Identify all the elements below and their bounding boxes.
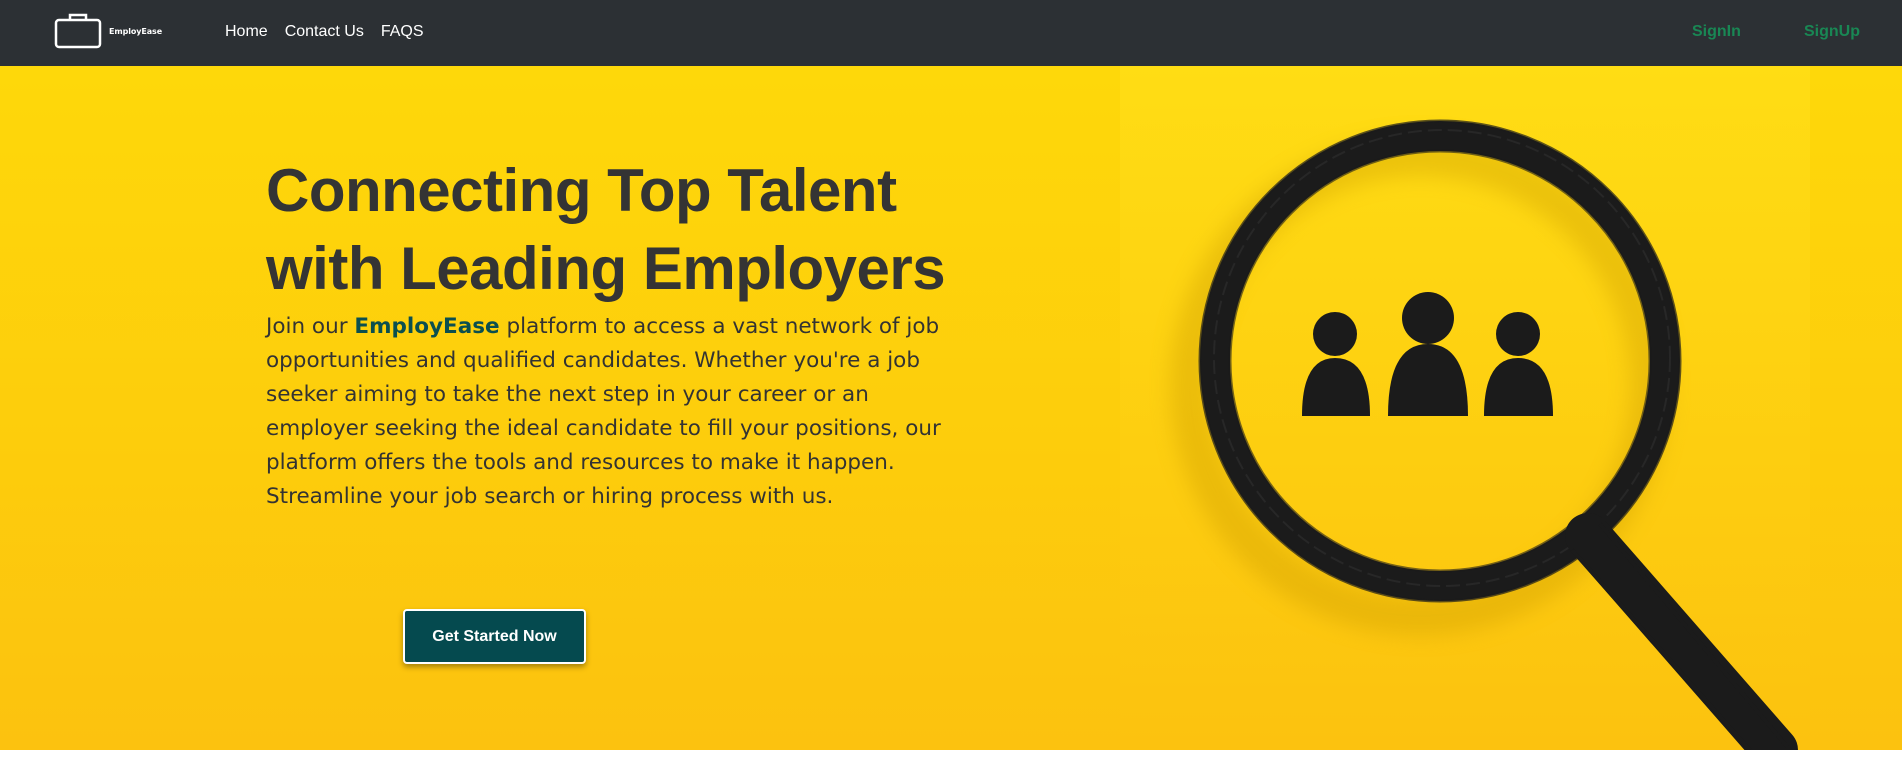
top-navbar: EmployEase Home Contact Us FAQS SignIn S… xyxy=(0,0,1902,66)
brand-logo[interactable]: EmployEase xyxy=(54,11,162,51)
hero-description-body: platform to access a vast network of job… xyxy=(266,314,941,509)
hero-illustration xyxy=(1120,66,1810,750)
hero-description: Join our EmployEase platform to access a… xyxy=(266,310,966,514)
hero-headline: Connecting Top Talent with Leading Emplo… xyxy=(266,152,986,308)
hero-headline-line-1: Connecting Top Talent xyxy=(266,157,897,224)
nav-home-link[interactable]: Home xyxy=(225,23,268,41)
nav-faqs-link[interactable]: FAQS xyxy=(381,23,424,41)
hero-headline-line-2: with Leading Employers xyxy=(266,235,946,302)
hero-description-intro: Join our xyxy=(266,314,355,339)
get-started-button[interactable]: Get Started Now xyxy=(403,609,586,664)
hero-description-brand: EmployEase xyxy=(354,314,500,339)
brand-name: EmployEase xyxy=(109,26,163,36)
nav-contact-us-link[interactable]: Contact Us xyxy=(285,23,364,41)
hero-section: Connecting Top Talent with Leading Emplo… xyxy=(0,66,1902,750)
briefcase-icon xyxy=(54,13,102,49)
signup-link[interactable]: SignUp xyxy=(1804,23,1860,41)
magnifying-glass-people-icon xyxy=(1170,119,1798,750)
nav-links: Home Contact Us FAQS xyxy=(225,0,441,63)
signin-link[interactable]: SignIn xyxy=(1692,23,1741,41)
